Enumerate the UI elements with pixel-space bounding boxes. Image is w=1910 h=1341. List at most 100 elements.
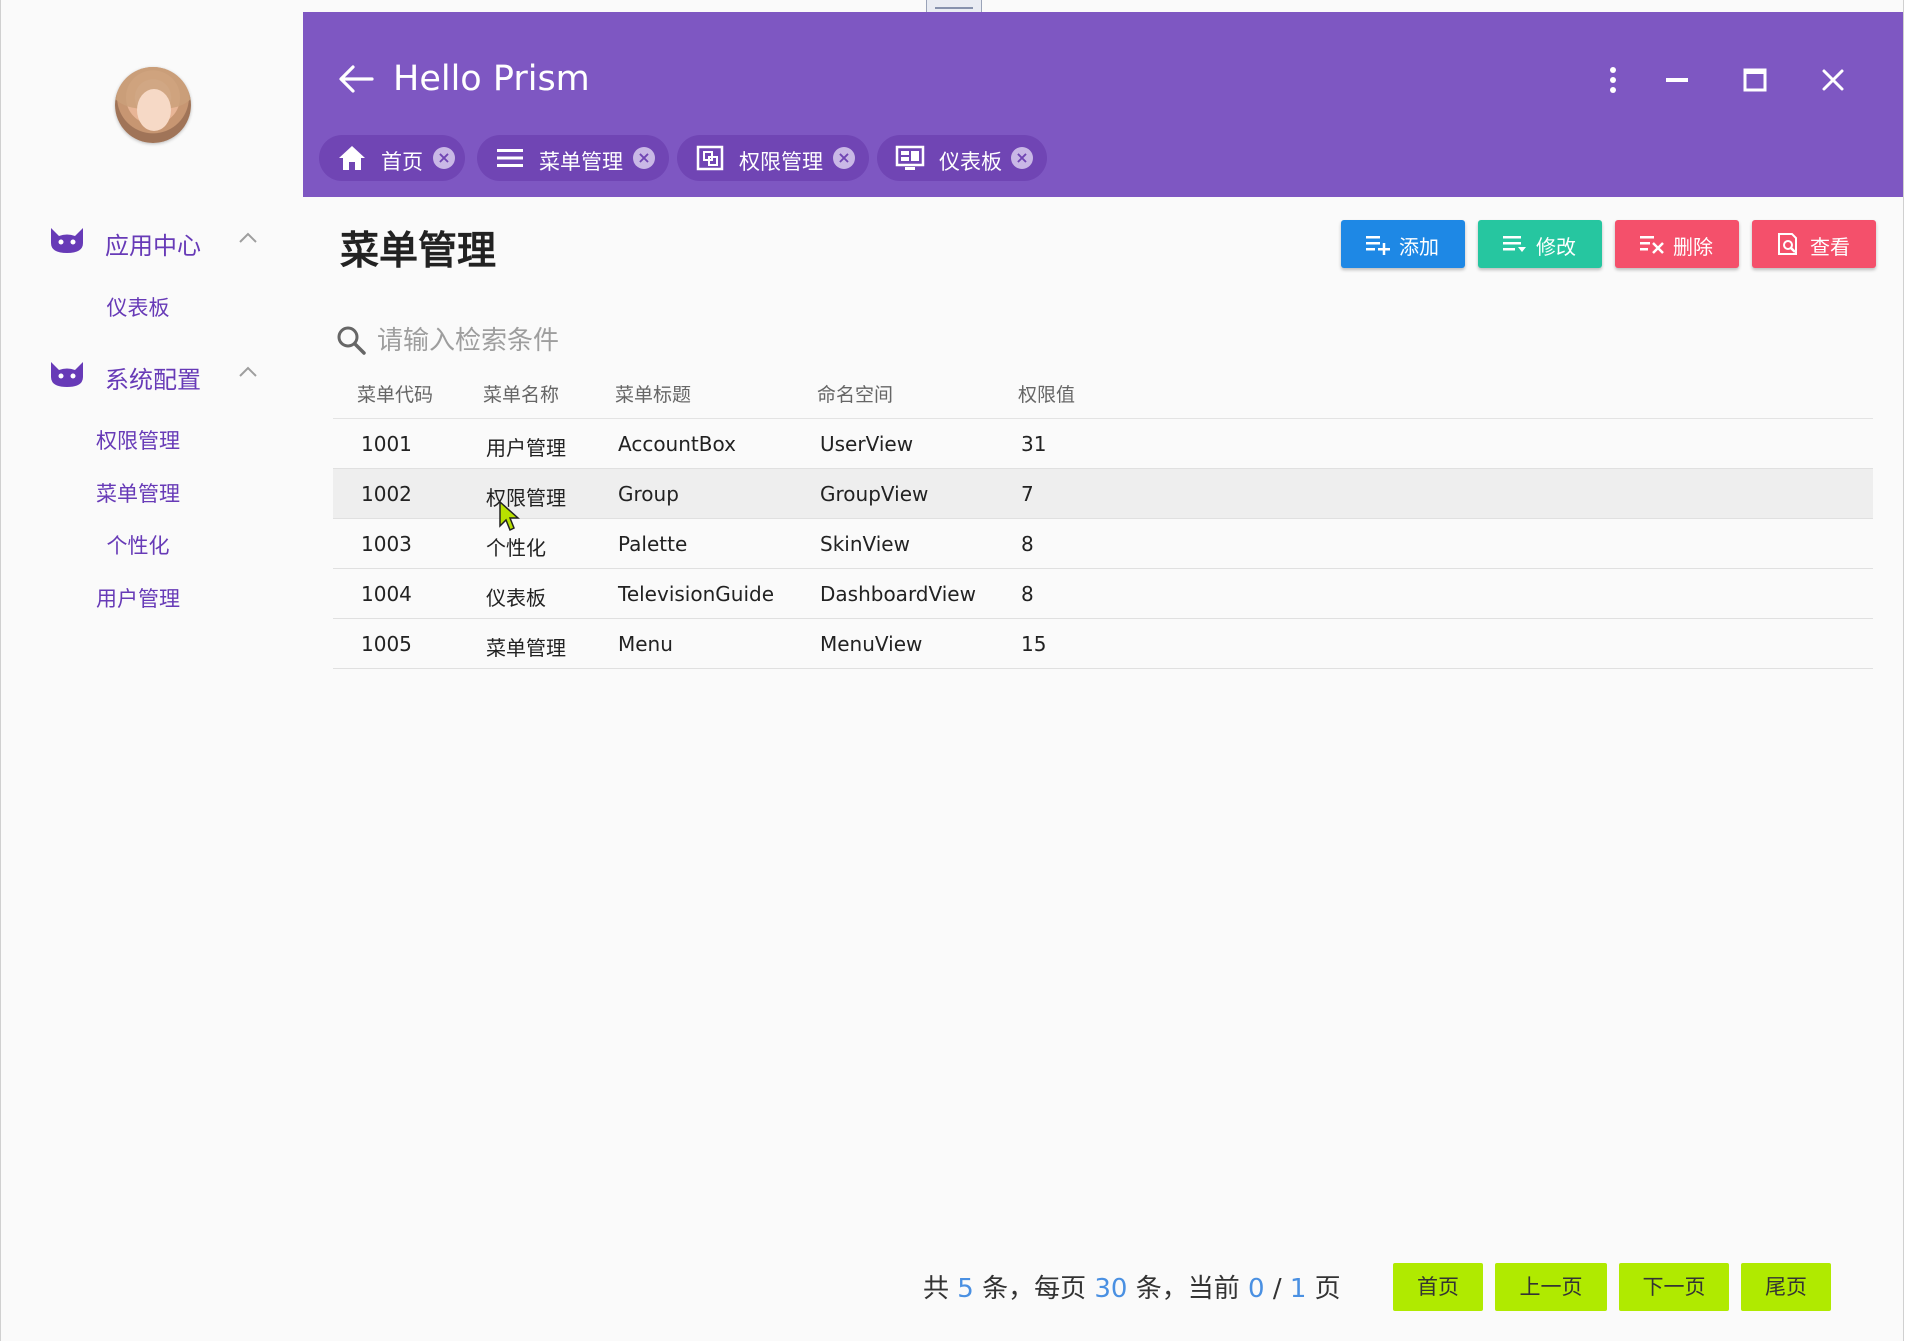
column-header[interactable]: 菜单标题 — [615, 380, 691, 407]
cell-namespace: DashboardView — [820, 582, 976, 606]
cell-namespace: GroupView — [820, 482, 929, 506]
tab-label: 仪表板 — [939, 150, 1002, 174]
sidebar-group-app-center[interactable]: 应用中心 — [1, 218, 303, 262]
permission-icon — [696, 145, 724, 171]
pager-text: 条，每页 — [982, 1274, 1087, 1304]
cell-namespace: SkinView — [820, 532, 910, 556]
total-count: 5 — [957, 1274, 974, 1304]
cat-icon — [51, 362, 83, 387]
current-page: 0 — [1248, 1274, 1265, 1304]
search-icon — [337, 326, 366, 355]
edit-button[interactable]: 修改 — [1478, 220, 1602, 268]
cell-permission: 31 — [1021, 432, 1047, 456]
more-vert-icon[interactable] — [1597, 64, 1629, 96]
app-title: Hello Prism — [393, 59, 590, 99]
sidebar-item-dashboard[interactable]: 仪表板 — [1, 292, 275, 322]
first-page-button[interactable]: 首页 — [1393, 1263, 1483, 1311]
sidebar-group-label: 系统配置 — [105, 366, 201, 394]
cell-name: 菜单管理 — [486, 636, 566, 660]
cat-icon — [51, 228, 83, 253]
tab-dashboard[interactable]: 仪表板 × — [877, 135, 1047, 181]
page-title: 菜单管理 — [340, 229, 497, 274]
cell-title: Palette — [618, 532, 688, 556]
edit-list-icon — [1503, 236, 1526, 252]
table-row[interactable]: 1004 仪表板 TelevisionGuide DashboardView 8 — [333, 569, 1873, 619]
cell-title: AccountBox — [618, 432, 736, 456]
column-header[interactable]: 菜单名称 — [483, 380, 559, 407]
tab-permission-management[interactable]: 权限管理 × — [677, 135, 869, 181]
next-page-button[interactable]: 下一页 — [1619, 1263, 1729, 1311]
cell-title: Group — [618, 482, 679, 506]
mouse-cursor-icon — [499, 500, 520, 532]
tab-menu-management[interactable]: 菜单管理 × — [477, 135, 669, 181]
cell-title: TelevisionGuide — [618, 582, 774, 606]
tab-close-icon[interactable]: × — [833, 147, 855, 169]
table-row[interactable]: 1001 用户管理 AccountBox UserView 31 — [333, 419, 1873, 469]
add-list-icon — [1366, 236, 1390, 255]
sidebar-item-permissions[interactable]: 权限管理 — [1, 425, 275, 455]
delete-button[interactable]: 删除 — [1615, 220, 1739, 268]
column-header[interactable]: 菜单代码 — [357, 380, 433, 407]
table-header: 菜单代码 菜单名称 菜单标题 命名空间 权限值 — [333, 370, 1873, 419]
table-row[interactable]: 1003 个性化 Palette SkinView 8 — [333, 519, 1873, 569]
sidebar: 应用中心 仪表板 系统配置 权限管理 菜单管理 个性化 用户管理 — [1, 0, 303, 1341]
sidebar-group-system-config[interactable]: 系统配置 — [1, 352, 303, 396]
pager-text: 条，当前 — [1135, 1274, 1240, 1304]
cell-name: 用户管理 — [486, 436, 566, 460]
view-document-icon — [1778, 233, 1797, 255]
per-page-count: 30 — [1094, 1274, 1128, 1304]
tab-close-icon[interactable]: × — [433, 147, 455, 169]
back-arrow-icon[interactable] — [337, 64, 375, 94]
pager-separator: / — [1272, 1274, 1282, 1304]
delete-button-label: 删除 — [1673, 235, 1713, 259]
cell-code: 1001 — [361, 432, 412, 456]
add-button[interactable]: 添加 — [1341, 220, 1465, 268]
prev-page-button[interactable]: 上一页 — [1495, 1263, 1607, 1311]
edit-button-label: 修改 — [1536, 235, 1576, 259]
cell-namespace: UserView — [820, 432, 914, 456]
cell-code: 1004 — [361, 582, 412, 606]
app-header: Hello Prism 首页 × 菜单管理 × 权限管理 × 仪表板 × — [303, 12, 1903, 197]
sidebar-item-menus[interactable]: 菜单管理 — [1, 478, 275, 508]
tab-close-icon[interactable]: × — [633, 147, 655, 169]
menu-icon — [497, 149, 523, 167]
sidebar-item-personalize[interactable]: 个性化 — [1, 530, 275, 560]
table-row[interactable]: 1002 权限管理 Group GroupView 7 — [333, 469, 1873, 519]
avatar[interactable] — [115, 67, 191, 143]
pager-text: 页 — [1314, 1274, 1341, 1304]
column-header[interactable]: 命名空间 — [817, 380, 893, 407]
cell-permission: 15 — [1021, 632, 1047, 656]
cell-permission: 8 — [1021, 532, 1034, 556]
cell-code: 1005 — [361, 632, 412, 656]
sidebar-item-users[interactable]: 用户管理 — [1, 583, 275, 613]
tab-close-icon[interactable]: × — [1011, 147, 1033, 169]
sidebar-group-label: 应用中心 — [105, 232, 201, 260]
cell-name: 仪表板 — [486, 586, 546, 610]
cell-permission: 7 — [1021, 482, 1034, 506]
close-icon[interactable] — [1817, 64, 1849, 96]
cell-code: 1003 — [361, 532, 412, 556]
minimize-icon[interactable] — [1661, 64, 1693, 96]
app-window: 应用中心 仪表板 系统配置 权限管理 菜单管理 个性化 用户管理 Hello P… — [0, 0, 1904, 1341]
view-button[interactable]: 查看 — [1752, 220, 1876, 268]
tab-label: 首页 — [381, 150, 423, 174]
cell-namespace: MenuView — [820, 632, 923, 656]
cell-name: 个性化 — [486, 536, 546, 560]
chevron-up-icon — [239, 232, 257, 243]
pager-text: 共 — [923, 1274, 950, 1304]
table-row[interactable]: 1005 菜单管理 Menu MenuView 15 — [333, 619, 1873, 669]
maximize-icon[interactable] — [1739, 64, 1771, 96]
cell-code: 1002 — [361, 482, 412, 506]
tab-label: 权限管理 — [739, 150, 823, 174]
dashboard-icon — [895, 145, 925, 170]
last-page-button[interactable]: 尾页 — [1741, 1263, 1831, 1311]
chevron-up-icon — [239, 366, 257, 377]
menu-table: 菜单代码 菜单名称 菜单标题 命名空间 权限值 1001 用户管理 Accoun… — [333, 370, 1873, 669]
search-input[interactable] — [375, 320, 1869, 362]
tab-home[interactable]: 首页 × — [319, 135, 465, 181]
cell-permission: 8 — [1021, 582, 1034, 606]
tab-label: 菜单管理 — [539, 150, 623, 174]
view-button-label: 查看 — [1810, 235, 1850, 259]
column-header[interactable]: 权限值 — [1018, 380, 1075, 407]
pagination-summary: 共 5 条，每页 30 条，当前 0 / 1 页 — [923, 1268, 1341, 1305]
